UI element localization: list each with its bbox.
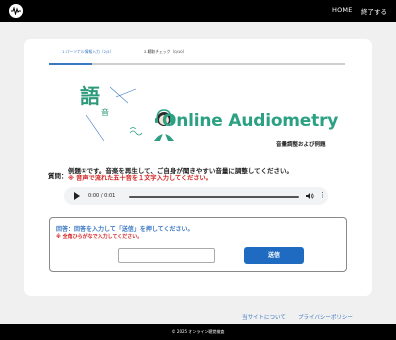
- question-label: 質問：: [48, 172, 68, 180]
- top-nav-bar: HOME 終了する: [0, 0, 396, 22]
- kanji-sound-icon: 音: [101, 108, 109, 117]
- logo-icon[interactable]: [9, 4, 23, 18]
- audio-time: 0:00 / 0:01: [88, 192, 116, 199]
- submit-button[interactable]: 送信: [244, 247, 304, 264]
- volume-icon[interactable]: [306, 192, 314, 200]
- answer-panel: 回答：回答を入力して「送信」を押してください。 ※ 全角ひらがなで入力してくださ…: [49, 217, 347, 272]
- page-title: Online Audiometry: [162, 111, 339, 131]
- nav-home-link[interactable]: HOME: [332, 6, 353, 14]
- progress-track: [49, 63, 345, 65]
- nav-exit-link[interactable]: 終了する: [361, 6, 387, 16]
- answer-note: ※ 全角ひらがなで入力してください。: [56, 234, 143, 240]
- answer-input[interactable]: [118, 248, 215, 263]
- play-icon[interactable]: [74, 192, 80, 200]
- main-card: 1.パーソナル情報入力（2/4） 2.聴取チェック（0/10） 語 音 Onli…: [24, 39, 372, 296]
- footer-privacy-link[interactable]: プライバシーポリシー: [298, 313, 353, 321]
- progress-fill: [49, 63, 92, 65]
- question-note: ※ 音声で流れた五十音を１文字入力してください。: [68, 175, 212, 182]
- kanji-word-icon: 語: [80, 84, 100, 108]
- page-subtitle: 音量調整および例題: [276, 142, 326, 148]
- step-hearing-check: 2.聴取チェック（0/10）: [144, 49, 187, 54]
- more-icon[interactable]: ⋮: [319, 191, 326, 199]
- step-personal-info: 1.パーソナル情報入力（2/4）: [62, 49, 114, 54]
- copyright-text: © 2025 オンライン聴覚検査: [171, 329, 225, 334]
- answer-instruction: 回答：回答を入力して「送信」を押してください。: [56, 226, 194, 233]
- footer-bar: © 2025 オンライン聴覚検査: [0, 324, 396, 340]
- footer-about-link[interactable]: 当サイトについて: [242, 313, 286, 321]
- audio-player[interactable]: 0:00 / 0:01 ⋮: [64, 187, 328, 205]
- audio-seek-bar[interactable]: [129, 195, 299, 198]
